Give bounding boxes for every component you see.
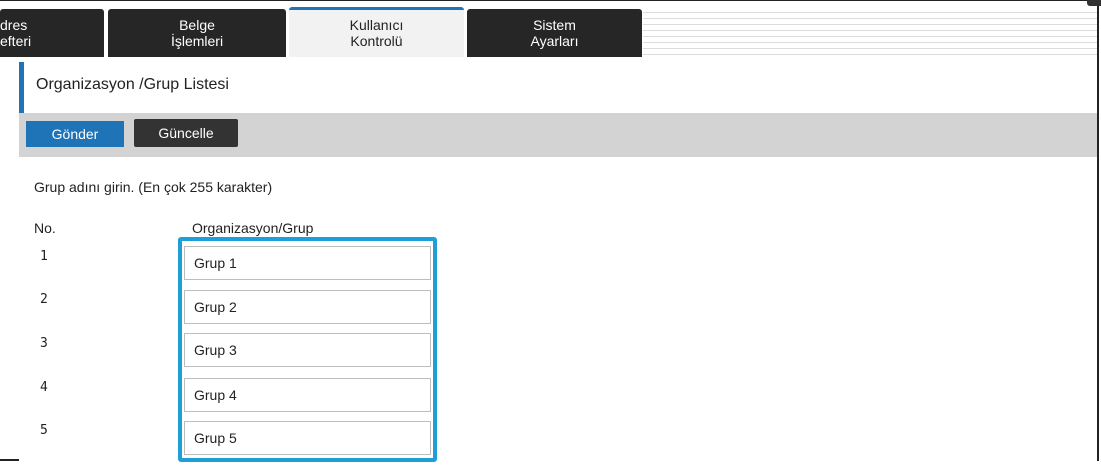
- row-number: 2: [40, 292, 48, 307]
- group-inputs-highlight: [178, 237, 437, 462]
- title-bar: Organizasyon /Grup Listesi: [19, 57, 1097, 117]
- tab-label-line1: Belge: [179, 17, 215, 33]
- tab-document-operations[interactable]: Belge İşlemleri: [108, 9, 286, 57]
- tab-label-line2: efteri: [0, 33, 32, 49]
- tab-system-settings[interactable]: Sistem Ayarları: [467, 9, 642, 57]
- action-toolbar: Gönder Güncelle: [19, 113, 1097, 157]
- group-name-field-3[interactable]: [184, 333, 431, 367]
- row-number: 4: [40, 380, 48, 395]
- input-hint: Grup adını girin. (En çok 255 karakter): [34, 179, 273, 195]
- page-title: Organizasyon /Grup Listesi: [36, 76, 229, 93]
- tab-label-line2: Kontrolü: [350, 33, 403, 49]
- top-border: [0, 0, 1101, 1]
- row-number: 5: [40, 423, 48, 438]
- column-header-group: Organizasyon/Grup: [192, 220, 314, 236]
- row-number: 1: [40, 249, 48, 264]
- main-panel: Organizasyon /Grup Listesi Gönder Güncel…: [19, 57, 1097, 462]
- tab-label-line1: dres: [0, 17, 28, 33]
- tab-label-line2: İşlemleri: [170, 33, 224, 49]
- tab-bar-filler: [643, 7, 1097, 57]
- title-accent-bar: [19, 62, 24, 117]
- column-header-no: No.: [34, 220, 56, 236]
- tab-user-control[interactable]: Kullanıcı Kontrolü: [289, 7, 464, 57]
- send-button[interactable]: Gönder: [26, 121, 124, 147]
- tab-address-book[interactable]: dres efteri: [0, 9, 104, 57]
- group-name-field-5[interactable]: [184, 421, 431, 455]
- group-name-field-4[interactable]: [184, 378, 431, 412]
- update-button[interactable]: Güncelle: [134, 119, 238, 147]
- tab-label-line2: Ayarları: [530, 33, 579, 49]
- tab-label-line1: Sistem: [533, 17, 576, 33]
- group-name-field-1[interactable]: [184, 246, 431, 280]
- corner-handle: [1087, 0, 1101, 6]
- row-number: 3: [40, 336, 48, 351]
- group-name-field-2[interactable]: [184, 290, 431, 324]
- tab-label-line1: Kullanıcı: [349, 17, 404, 33]
- tab-bar: dres efteri Belge İşlemleri Kullanıcı Ko…: [0, 7, 1097, 57]
